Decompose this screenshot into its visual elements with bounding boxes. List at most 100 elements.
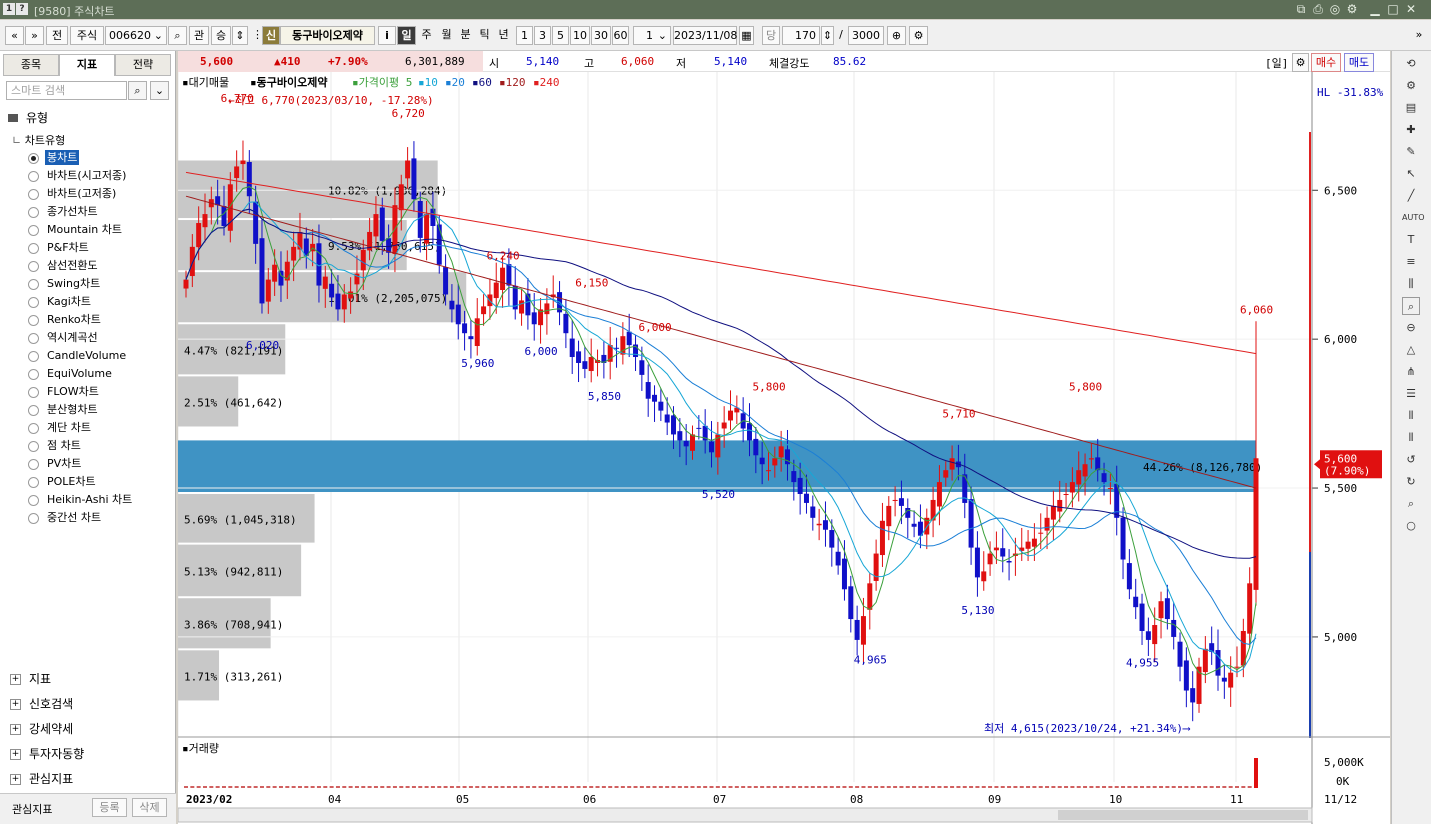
interval-value-select[interactable]: 1 ⌄ [633,26,671,45]
chart-type-header[interactable]: ∟ 차트유형 [12,132,65,148]
chart-type-item[interactable]: Renko차트 [28,312,103,327]
chart-type-item[interactable]: FLOW차트 [28,384,101,399]
undo-icon[interactable]: ↺ [1402,451,1420,469]
period-month[interactable]: 월 [437,26,456,45]
chart-area[interactable]: 5,600 ▲410 +7.90% 6,301,889 시 5,140 고 6,… [178,51,1390,824]
pointer-icon[interactable]: ↖ [1402,165,1420,183]
cycle-icon[interactable]: ⦀ [1402,407,1420,425]
close-icon[interactable]: ✕ [1404,2,1418,16]
radio-icon[interactable] [28,242,39,254]
section-type[interactable]: 유형 [8,109,48,126]
radio-icon[interactable] [28,206,39,218]
chart-type-item[interactable]: Swing차트 [28,276,102,291]
chart-type-item[interactable]: Mountain 차트 [28,222,124,237]
text-icon[interactable]: T [1402,231,1420,249]
fan-icon[interactable]: ⋔ [1402,363,1420,381]
date-input[interactable]: 2023/11/08 [673,26,737,45]
stock-code-input[interactable]: 006620 ⌄ [105,26,167,45]
gear-icon[interactable]: ⚙ [1402,77,1420,95]
prev-stock-button[interactable]: « [5,26,24,45]
radio-icon[interactable] [28,368,39,380]
window-number-badge[interactable]: 1 [3,3,15,15]
seung-button[interactable]: 승 [211,26,231,45]
price-chart[interactable]: 10.82% (1,986,284)9.53% (1,750,615)12.01… [178,72,1390,824]
sell-button[interactable]: 매도 [1344,53,1374,72]
next-stock-button[interactable]: » [25,26,44,45]
radio-icon[interactable] [28,314,39,326]
indicator-group[interactable]: + 강세약세 [10,720,73,737]
tab-indicator[interactable]: 지표 [59,54,115,76]
delete-button[interactable]: 삭제 [132,798,167,817]
radio-icon[interactable] [28,188,39,200]
chart-icon[interactable]: ▤ [1402,99,1420,117]
calendar-icon[interactable]: ▦ [739,26,754,45]
trendline-icon[interactable]: ╱ [1402,187,1420,205]
chart-type-item[interactable]: P&F차트 [28,240,91,255]
radio-icon[interactable] [28,476,39,488]
indicator-group[interactable]: + 관심지표 [10,770,73,787]
pencil-icon[interactable]: ✎ [1402,143,1420,161]
settings-icon[interactable]: ⚙ [1345,2,1359,16]
chart-type-item[interactable]: 바차트(시고저종) [28,168,128,183]
chart-type-item[interactable]: EquiVolume [28,366,114,381]
radio-icon[interactable] [28,296,39,308]
chart-type-item[interactable]: 삼선전환도 [28,258,100,273]
period-minute[interactable]: 분 [456,26,475,45]
updown-stepper-icon[interactable]: ⇕ [232,26,248,45]
circle-icon[interactable]: ○ [1402,517,1420,535]
expand-right-icon[interactable]: » [1413,26,1425,45]
smart-search-input[interactable]: 스마트 검색 [6,81,127,100]
chart-type-item[interactable]: 분산형차트 [28,402,100,417]
interval-30[interactable]: 30 [591,26,611,45]
interval-5[interactable]: 5 [552,26,569,45]
chart-type-item[interactable]: 역시계곡선 [28,330,100,345]
radio-icon[interactable] [28,440,39,452]
chart-type-item[interactable]: CandleVolume [28,348,128,363]
zoom-in-icon[interactable]: ⊕ [887,26,906,45]
link-icon[interactable]: ⧉ [1294,2,1308,16]
expand-plus-icon[interactable]: + [10,724,21,735]
interval-60[interactable]: 60 [612,26,629,45]
period-day[interactable]: 일 [397,26,416,45]
radio-icon[interactable] [28,350,39,362]
max-count-input[interactable]: 3000 [848,26,884,45]
maximize-icon[interactable]: □ [1386,2,1400,16]
chart-type-item[interactable]: 계단 차트 [28,420,93,435]
radio-icon[interactable] [28,404,39,416]
indicator-group[interactable]: + 신호검색 [10,695,73,712]
expand-plus-icon[interactable]: + [10,774,21,785]
market-select[interactable]: 주식 [70,26,104,45]
magnifier-icon[interactable]: ⌕ [1402,495,1420,513]
interval-10[interactable]: 10 [570,26,590,45]
tab-strategy[interactable]: 전략 [115,54,171,76]
redo-icon[interactable]: ↻ [1402,473,1420,491]
radio-icon[interactable] [28,278,39,290]
radio-icon[interactable] [28,386,39,398]
buy-button[interactable]: 매수 [1311,53,1341,72]
gann-icon[interactable]: ⦀ [1402,429,1420,447]
search-icon[interactable]: ⌕ [168,26,187,45]
chart-type-item[interactable]: 바차트(고저종) [28,186,118,201]
radio-icon[interactable] [28,170,39,182]
print-icon[interactable]: ⎙ [1311,2,1325,16]
radio-icon[interactable] [28,152,39,164]
triangle-icon[interactable]: △ [1402,341,1420,359]
radio-icon[interactable] [28,224,39,236]
indicator-group[interactable]: + 지표 [10,670,51,687]
chart-type-item[interactable]: 중간선 차트 [28,510,103,525]
jeon-button[interactable]: 전 [46,26,68,45]
radio-icon[interactable] [28,422,39,434]
tab-stock[interactable]: 종목 [3,54,59,76]
chart-type-item[interactable]: Kagi차트 [28,294,93,309]
all-icon[interactable]: ≡ [1402,253,1420,271]
period-week[interactable]: 주 [417,26,436,45]
interval-3[interactable]: 3 [534,26,551,45]
radio-icon[interactable] [28,260,39,272]
radio-icon[interactable] [28,458,39,470]
search-icon[interactable]: ⌕ [128,81,147,100]
refresh-icon[interactable]: ⟲ [1402,55,1420,73]
minimize-icon[interactable]: ▁ [1368,2,1382,16]
gear-icon[interactable]: ⚙ [1292,53,1309,72]
chart-type-item[interactable]: 종가선차트 [28,204,100,219]
auto-icon[interactable]: AUTO [1402,209,1425,227]
